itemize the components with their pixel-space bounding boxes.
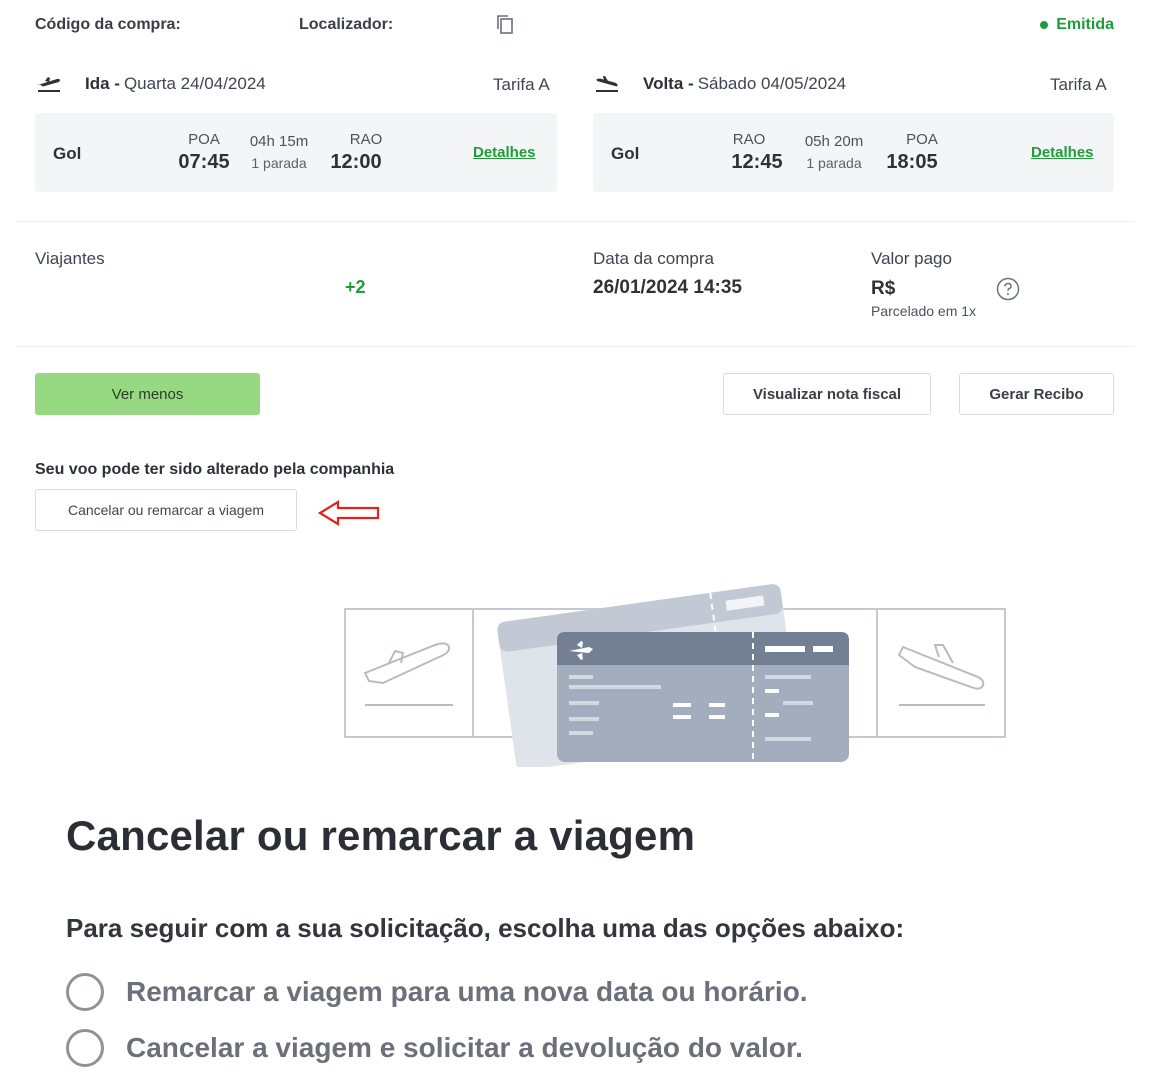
outbound-dest-time: 12:00 xyxy=(330,151,382,173)
return-details-link[interactable]: Detalhes xyxy=(1031,144,1094,161)
radio-cancel[interactable] xyxy=(66,1029,104,1067)
outbound-stops: 1 parada xyxy=(251,155,307,171)
return-airline: Gol xyxy=(611,144,640,163)
travelers-extra-count[interactable]: +2 xyxy=(345,277,366,298)
help-icon[interactable] xyxy=(996,277,1020,301)
option-reschedule-label[interactable]: Remarcar a viagem para uma nova data ou … xyxy=(126,976,808,1008)
outbound-tarifa: Tarifa A xyxy=(493,75,550,94)
return-dest-code: POA xyxy=(906,131,938,148)
divider xyxy=(16,221,1134,222)
modal-instruction: Para seguir com a sua solicitação, escol… xyxy=(66,913,905,943)
return-direction: Volta - xyxy=(643,74,694,93)
status-text: Emitida xyxy=(1056,16,1114,33)
modal-title: Cancelar ou remarcar a viagem xyxy=(66,812,696,859)
outbound-date: Quarta 24/04/2024 xyxy=(123,74,266,93)
amount-paid-value: R$ xyxy=(871,278,896,299)
annotation-arrow-icon xyxy=(318,500,380,526)
return-duration: 05h 20m xyxy=(804,133,864,150)
takeoff-icon xyxy=(38,77,60,92)
return-flight-card: Gol RAO 12:45 05h 20m 1 parada POA 18:05… xyxy=(593,113,1114,192)
return-date: Sábado 04/05/2024 xyxy=(697,74,847,93)
cancel-reschedule-button[interactable]: Cancelar ou remarcar a viagem xyxy=(35,489,297,531)
purchase-date-value: 26/01/2024 14:35 xyxy=(593,277,742,298)
option-cancel[interactable]: Cancelar a viagem e solicitar a devoluçã… xyxy=(66,1029,803,1067)
return-stops: 1 parada xyxy=(806,155,862,171)
purchase-code-label: Código da compra: xyxy=(35,16,181,33)
outbound-duration: 04h 15m xyxy=(249,133,309,150)
return-header: Volta - Sábado 04/05/2024 xyxy=(595,74,846,94)
status-dot-icon xyxy=(1040,21,1049,29)
outbound-airline: Gol xyxy=(53,144,82,163)
outbound-details-link[interactable]: Detalhes xyxy=(473,144,536,161)
locator-label: Localizador: xyxy=(299,16,394,33)
tickets-illustration xyxy=(344,584,1006,767)
generate-receipt-button[interactable]: Gerar Recibo xyxy=(959,373,1114,415)
outbound-dest-code: RAO xyxy=(349,131,383,148)
return-dest-time: 18:05 xyxy=(886,151,938,173)
option-reschedule[interactable]: Remarcar a viagem para uma nova data ou … xyxy=(66,973,808,1011)
outbound-header: Ida - Quarta 24/04/2024 xyxy=(37,74,266,94)
landing-icon xyxy=(596,76,618,92)
view-invoice-button[interactable]: Visualizar nota fiscal xyxy=(723,373,931,415)
outbound-origin-code: POA xyxy=(188,131,220,148)
installments-text: Parcelado em 1x xyxy=(871,303,977,319)
radio-reschedule[interactable] xyxy=(66,973,104,1011)
return-origin-time: 12:45 xyxy=(731,151,783,173)
option-cancel-label[interactable]: Cancelar a viagem e solicitar a devoluçã… xyxy=(126,1032,803,1064)
amount-paid-label: Valor pago xyxy=(871,249,952,268)
return-origin-code: RAO xyxy=(732,131,766,148)
travelers-label: Viajantes xyxy=(35,249,105,268)
outbound-origin-time: 07:45 xyxy=(178,151,230,173)
outbound-direction: Ida - xyxy=(85,74,120,93)
flight-change-notice: Seu voo pode ter sido alterado pela comp… xyxy=(35,461,395,478)
divider xyxy=(16,346,1134,347)
status-badge: Emitida xyxy=(1040,16,1114,34)
return-tarifa: Tarifa A xyxy=(1050,75,1107,94)
copy-icon[interactable] xyxy=(496,14,514,34)
see-less-button[interactable]: Ver menos xyxy=(35,373,260,415)
outbound-flight-card: Gol POA 07:45 04h 15m 1 parada RAO 12:00… xyxy=(35,113,557,192)
purchase-date-label: Data da compra xyxy=(593,249,714,268)
